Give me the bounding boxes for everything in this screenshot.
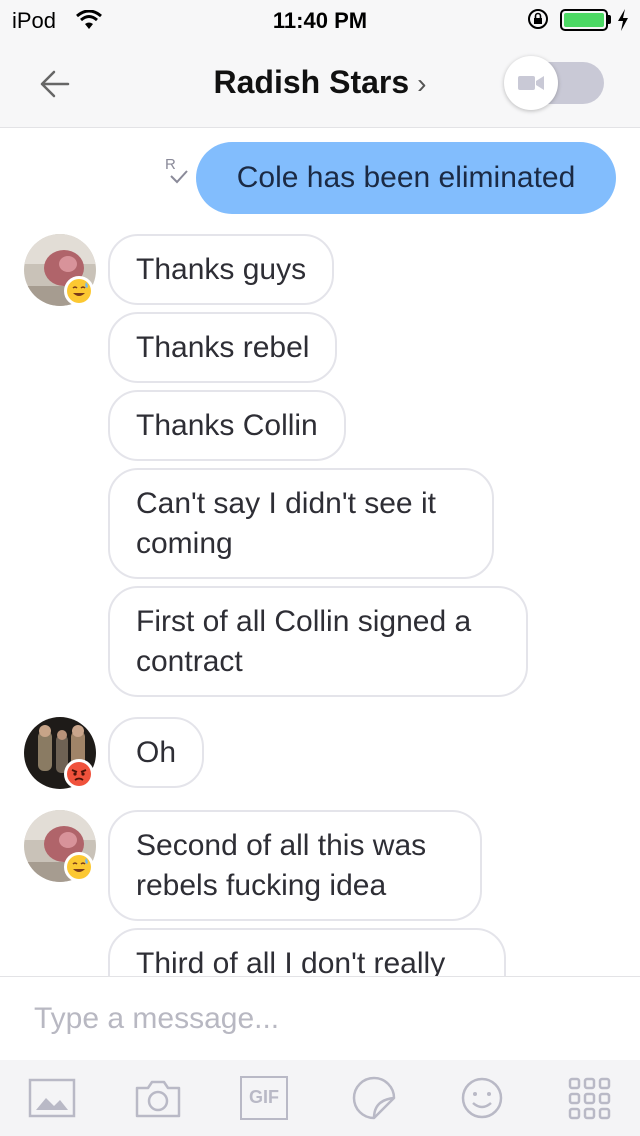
incoming-message-bubble[interactable]: Thanks rebel — [108, 312, 338, 383]
sticker-icon[interactable] — [352, 1076, 400, 1120]
more-apps-grid-icon[interactable] — [566, 1076, 614, 1120]
incoming-message-bubble[interactable]: Second of all this was rebels fucking id… — [108, 810, 482, 921]
video-call-toggle[interactable] — [504, 56, 604, 110]
chevron-right-icon: › — [417, 68, 427, 99]
battery-cap — [608, 15, 611, 24]
charging-bolt-icon — [618, 9, 628, 31]
angry-face-emoji-icon — [67, 762, 91, 786]
battery-icon — [560, 9, 608, 31]
toggle-knob — [504, 56, 558, 110]
incoming-message-bubble[interactable]: First of all Collin signed a contract — [108, 586, 528, 697]
outgoing-message-bubble[interactable]: Cole has been eliminated — [196, 142, 616, 214]
sweat-smile-emoji-icon — [67, 855, 91, 879]
read-receipt-icon: R — [165, 156, 189, 186]
avatar-emoji-badge — [64, 759, 94, 789]
incoming-message-bubble[interactable]: Can't say I didn't see it coming — [108, 468, 494, 579]
incoming-message-bubble[interactable]: Thanks guys — [108, 234, 335, 305]
incoming-message-bubble[interactable]: Oh — [108, 717, 205, 788]
status-bar: iPod 11:40 PM — [0, 0, 640, 40]
composer-bar — [0, 976, 640, 1060]
incoming-message-bubble[interactable]: Third of all I don't really — [108, 928, 506, 976]
avatar-emoji-badge — [64, 276, 94, 306]
incoming-message-bubble[interactable]: Thanks Collin — [108, 390, 346, 461]
message-list[interactable]: R Cole has been eliminated Thanks guys T… — [0, 129, 640, 976]
avatar-emoji-badge — [64, 852, 94, 882]
image-icon[interactable] — [28, 1076, 76, 1120]
chat-header: Radish Stars › — [0, 40, 640, 128]
gif-button[interactable]: GIF — [240, 1076, 288, 1120]
video-camera-icon — [518, 76, 544, 90]
message-input[interactable] — [34, 999, 614, 1039]
emoji-icon[interactable] — [458, 1076, 506, 1120]
chat-title: Radish Stars — [213, 64, 410, 100]
sweat-smile-emoji-icon — [67, 279, 91, 303]
rotation-lock-icon — [528, 9, 548, 29]
camera-icon[interactable] — [134, 1076, 182, 1120]
composer-toolbar: GIF — [0, 1060, 640, 1136]
